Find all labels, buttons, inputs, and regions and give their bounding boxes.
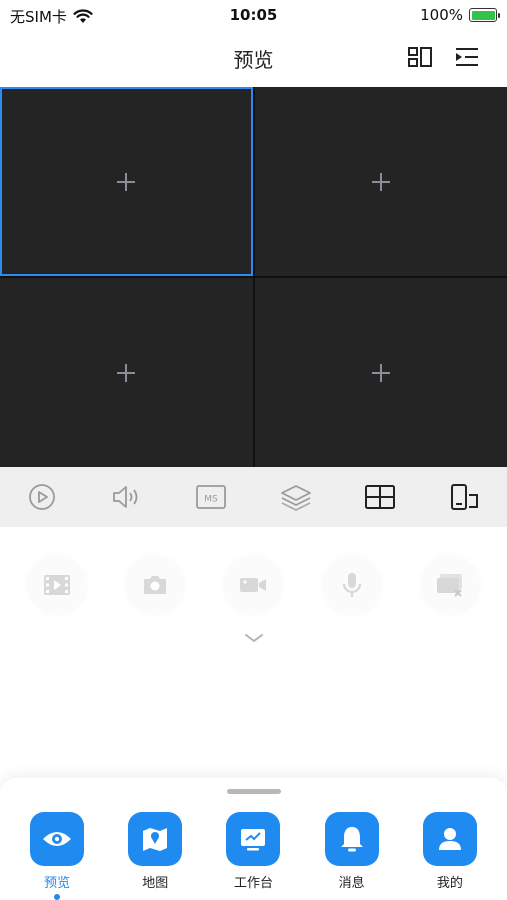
add-plus-icon[interactable] (370, 171, 392, 193)
battery-icon (469, 8, 500, 22)
close-all-button[interactable] (420, 556, 479, 614)
user-icon (422, 812, 477, 866)
tab-mine[interactable]: 我的 (415, 812, 485, 900)
device-switch-button[interactable] (445, 477, 485, 517)
record-icon (240, 578, 267, 592)
battery-fill (471, 10, 495, 20)
video-playback-icon (44, 575, 71, 595)
bell-icon (324, 812, 379, 866)
add-plus-icon[interactable] (370, 362, 392, 384)
tab-bar: 预览 地图 工作台 消息 我的 (0, 812, 507, 900)
tab-messages[interactable]: 消息 (317, 812, 387, 900)
video-grid (0, 87, 507, 467)
layers-button[interactable] (276, 477, 316, 517)
audio-button[interactable] (107, 477, 147, 517)
stream-ms-button[interactable]: MS (191, 477, 231, 517)
speaker-icon (112, 486, 138, 508)
video-cell-2[interactable] (254, 87, 507, 276)
tab-label: 预览 (44, 876, 71, 891)
status-bar: 无SIM卡 10:05 100% (0, 0, 507, 30)
device-list-icon[interactable] (454, 44, 480, 70)
ms-text: MS (205, 495, 219, 505)
chevron-down-icon[interactable] (243, 632, 265, 644)
tab-map[interactable]: 地图 (120, 812, 190, 900)
split-screen-icon (365, 485, 396, 509)
tab-label: 地图 (142, 876, 169, 891)
play-icon (29, 484, 56, 510)
tab-workbench[interactable]: 工作台 (218, 812, 288, 900)
control-bar: MS (0, 467, 507, 527)
map-icon (128, 812, 183, 866)
close-screen-icon (436, 574, 462, 597)
eye-icon (30, 812, 85, 866)
camera-icon (144, 576, 167, 594)
workbench-icon (226, 812, 281, 866)
battery-percent: 100% (420, 6, 463, 24)
split-screen-button[interactable] (360, 477, 400, 517)
video-cell-1[interactable] (0, 87, 253, 276)
record-button[interactable] (224, 556, 283, 614)
status-right: 100% (420, 6, 500, 24)
play-button[interactable] (22, 477, 62, 517)
add-plus-icon[interactable] (115, 362, 137, 384)
layout-grid-icon[interactable] (407, 44, 433, 70)
playback-button[interactable] (28, 556, 87, 614)
add-plus-icon[interactable] (115, 171, 137, 193)
layers-icon (280, 485, 311, 511)
talk-button[interactable] (322, 556, 381, 614)
video-cell-4[interactable] (254, 278, 507, 467)
ms-icon: MS (196, 485, 227, 509)
active-indicator-dot (54, 894, 61, 900)
bottom-sheet: 预览 地图 工作台 消息 我的 (0, 778, 507, 900)
app-screen: 无SIM卡 10:05 100% 预览 MS 预览 地图 工作台 消息 我的 (0, 0, 507, 900)
nav-bar: 预览 (0, 30, 507, 86)
tab-label: 工作台 (233, 876, 273, 891)
action-panel (0, 555, 507, 615)
microphone-icon (342, 573, 361, 597)
device-switch-icon (450, 484, 478, 510)
tab-label: 我的 (436, 876, 463, 891)
tab-preview[interactable]: 预览 (22, 812, 92, 900)
tab-label: 消息 (338, 876, 365, 891)
sheet-handle[interactable] (227, 789, 281, 794)
video-cell-3[interactable] (0, 278, 253, 467)
snapshot-button[interactable] (126, 556, 185, 614)
